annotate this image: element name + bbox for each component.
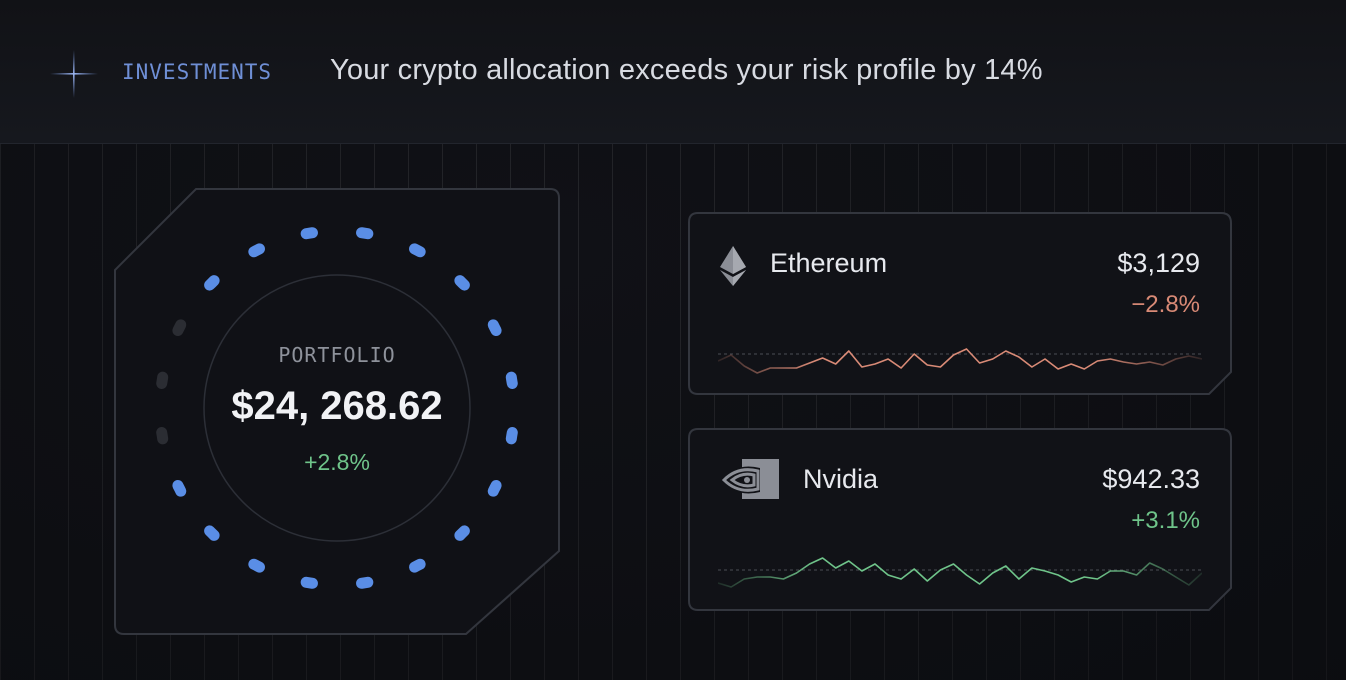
asset-price: $3,129: [1117, 248, 1200, 278]
asset-name: Ethereum: [770, 248, 888, 278]
ring-segment-filled: [454, 525, 470, 541]
ring-segment-filled: [300, 227, 318, 240]
ring-segment-filled: [487, 480, 502, 497]
ethereum-sparkline: [718, 348, 1202, 374]
ring-segment-empty: [172, 319, 187, 336]
ring-segment-filled: [204, 525, 220, 541]
portfolio-title: PORTFOLIO: [278, 343, 396, 367]
asset-name: Nvidia: [803, 464, 879, 494]
asset-change: −2.8%: [1131, 291, 1200, 318]
ring-segment-filled: [409, 243, 426, 258]
portfolio-card[interactable]: PORTFOLIO $24, 268.62 +2.8%: [114, 188, 560, 635]
insight-header: INVESTMENTS Your crypto allocation excee…: [0, 0, 1346, 144]
asset-card-ethereum[interactable]: Ethereum $3,129 −2.8%: [688, 212, 1232, 395]
sparkle-icon: [50, 50, 98, 98]
asset-price: $942.33: [1102, 464, 1200, 494]
ring-segment-filled: [172, 480, 187, 497]
ring-segment-filled: [487, 319, 502, 336]
sparkline-path: [718, 348, 1202, 374]
ethereum-icon: [720, 246, 746, 286]
nvidia-sparkline: [718, 557, 1202, 588]
ring-segment-filled: [248, 243, 265, 258]
asset-card-nvidia[interactable]: Nvidia $942.33 +3.1%: [688, 428, 1232, 611]
ring-segment-empty: [156, 371, 169, 389]
ring-segment-filled: [300, 576, 318, 589]
ring-segment-filled: [409, 558, 426, 573]
portfolio-change: +2.8%: [304, 449, 370, 475]
ring-segment-filled: [248, 558, 265, 573]
ring-segment-filled: [505, 371, 518, 389]
sparkline-path: [718, 557, 1202, 588]
portfolio-value: $24, 268.62: [231, 384, 443, 428]
ring-segment-empty: [156, 427, 169, 445]
ring-segment-filled: [204, 275, 220, 291]
allocation-alert: Your crypto allocation exceeds your risk…: [330, 54, 1043, 86]
section-label: INVESTMENTS: [122, 60, 273, 84]
nvidia-icon: [720, 459, 779, 499]
ring-segment-filled: [454, 275, 470, 291]
ring-segment-filled: [505, 427, 518, 445]
ring-segment-filled: [356, 227, 374, 240]
ring-segment-filled: [356, 576, 374, 589]
asset-change: +3.1%: [1131, 507, 1200, 534]
